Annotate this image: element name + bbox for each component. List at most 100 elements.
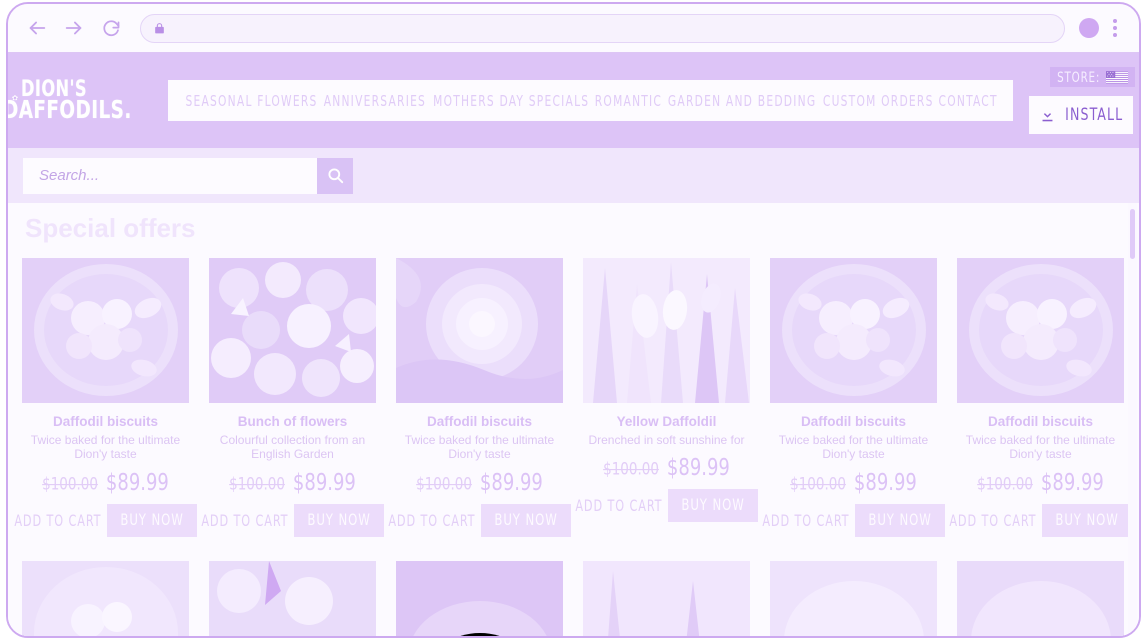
product-image-plate-of-daffodil-biscuits[interactable] — [22, 560, 189, 636]
buy-now-button[interactable]: BUY NOW — [668, 489, 758, 523]
nav-item-romantic[interactable]: ROMANTIC — [595, 91, 662, 109]
header-right-group: STORE: INSTALL — [1023, 53, 1139, 148]
store-selector[interactable]: STORE: — [1050, 67, 1136, 87]
buy-now-label: BUY NOW — [307, 511, 371, 530]
reload-icon[interactable] — [96, 13, 126, 43]
product-card[interactable] — [770, 560, 937, 636]
add-to-cart-button[interactable]: ADD TO CART — [201, 511, 288, 530]
product-image-bunch-of-flowers[interactable] — [209, 258, 376, 403]
search-submit-button[interactable] — [317, 157, 353, 194]
install-button-label: INSTALL — [1065, 105, 1124, 125]
product-card[interactable] — [209, 560, 376, 636]
us-flag-icon — [1106, 70, 1129, 84]
product-price-new: $89.99 — [479, 467, 543, 496]
product-image-yellow-daffodil-stems[interactable] — [583, 560, 750, 636]
product-price-new: $89.99 — [666, 453, 730, 481]
product-price-old: $100.00 — [603, 458, 659, 480]
price-row: $100.00 $89.99 — [977, 468, 1104, 496]
product-card[interactable] — [22, 560, 189, 636]
install-button[interactable]: INSTALL — [1029, 96, 1134, 134]
search-icon — [327, 168, 343, 184]
nav-item-anniversaries[interactable]: ANNIVERSARIES — [324, 91, 426, 109]
add-to-cart-button[interactable]: ADD TO CART — [388, 511, 475, 530]
nav-item-mothers-day-specials[interactable]: MOTHERS DAY SPECIALS — [433, 91, 589, 109]
product-grid: Daffodil biscuits Twice baked for the ul… — [14, 258, 1132, 537]
search-band — [8, 148, 1139, 203]
product-image-plate-of-daffodil-biscuits[interactable] — [22, 258, 189, 403]
buy-now-label: BUY NOW — [1055, 511, 1119, 530]
nav-item-contact[interactable]: CONTACT — [938, 91, 997, 109]
product-card[interactable] — [957, 560, 1124, 636]
product-actions: ADD TO CART BUY NOW — [201, 503, 384, 537]
nav-item-garden-and-bedding[interactable]: GARDEN AND BEDDING — [668, 91, 816, 109]
forward-arrow-icon[interactable] — [59, 13, 89, 43]
price-row: $100.00 $89.99 — [42, 468, 169, 496]
scrollbar-thumb[interactable] — [1130, 209, 1135, 259]
site-logo[interactable]: DION'S DAFFODILS. — [8, 53, 160, 148]
buy-now-label: BUY NOW — [868, 511, 932, 530]
product-card[interactable]: Daffodil biscuits Twice baked for the ul… — [388, 258, 571, 537]
product-price-old: $100.00 — [977, 473, 1033, 495]
buy-now-label: BUY NOW — [494, 511, 558, 530]
product-actions: ADD TO CART BUY NOW — [949, 503, 1132, 537]
price-row: $100.00 $89.99 — [416, 467, 543, 496]
search-input[interactable] — [23, 166, 317, 185]
product-card[interactable] — [396, 560, 563, 636]
three-dot-menu-icon[interactable] — [1105, 16, 1125, 40]
product-title: Daffodil biscuits — [52, 414, 158, 429]
nav-item-seasonal-flowers[interactable]: SEASONAL FLOWERS — [185, 91, 317, 109]
add-to-cart-button[interactable]: ADD TO CART — [949, 511, 1036, 530]
product-image-rose-closeup[interactable] — [396, 560, 563, 636]
product-image-bunch-of-flowers[interactable] — [209, 560, 376, 636]
product-card[interactable]: Daffodil biscuits Twice baked for the ul… — [14, 258, 197, 537]
page-scrollbar[interactable] — [1128, 203, 1137, 636]
buy-now-label: BUY NOW — [681, 496, 745, 515]
product-actions: ADD TO CART BUY NOW — [575, 489, 758, 523]
buy-now-label: BUY NOW — [120, 511, 184, 530]
nav-item-custom-orders[interactable]: CUSTOM ORDERS — [823, 91, 934, 109]
product-title: Yellow Daffoldil — [616, 414, 717, 429]
download-icon — [1042, 108, 1053, 121]
product-card[interactable]: Bunch of flowers Colourful collection fr… — [201, 258, 384, 537]
add-to-cart-button[interactable]: ADD TO CART — [762, 511, 849, 530]
browser-toolbar — [8, 4, 1139, 53]
add-to-cart-button[interactable]: ADD TO CART — [14, 511, 101, 530]
product-title: Daffodil biscuits — [426, 414, 532, 429]
product-title: Daffodil biscuits — [987, 414, 1093, 429]
product-actions: ADD TO CART BUY NOW — [762, 503, 945, 537]
product-image-plate-of-daffodil-biscuits[interactable] — [770, 258, 937, 403]
lock-icon — [153, 22, 166, 35]
product-price-old: $100.00 — [790, 473, 846, 495]
product-image-yellow-daffodil-stems[interactable] — [583, 258, 750, 403]
site-header: DION'S DAFFODILS. SEASONAL FLOWERS ANNIV… — [8, 53, 1139, 148]
add-to-cart-button[interactable]: ADD TO CART — [575, 496, 662, 515]
price-row: $100.00 $89.99 — [229, 467, 356, 496]
buy-now-button[interactable]: BUY NOW — [1042, 503, 1132, 537]
price-row: $100.00 $89.99 — [790, 468, 917, 496]
product-description: Colourful collection from an English Gar… — [219, 432, 366, 462]
product-description: Twice baked for the ultimate Dion'y tast… — [965, 432, 1116, 462]
buy-now-button[interactable]: BUY NOW — [855, 503, 945, 537]
main-navigation: SEASONAL FLOWERS ANNIVERSARIES MOTHERS D… — [168, 80, 1014, 121]
back-arrow-icon[interactable] — [22, 13, 52, 43]
address-bar[interactable] — [140, 13, 1065, 43]
site-logo-text: DION'S DAFFODILS. — [8, 78, 160, 122]
product-card[interactable]: Daffodil biscuits Twice baked for the ul… — [949, 258, 1132, 537]
buy-now-button[interactable]: BUY NOW — [294, 503, 384, 537]
profile-avatar-icon[interactable] — [1079, 18, 1099, 38]
product-card[interactable] — [583, 560, 750, 636]
product-image-plate-of-daffodil-biscuits[interactable] — [770, 560, 937, 636]
product-description: Twice baked for the ultimate Dion'y tast… — [778, 432, 929, 462]
product-card[interactable]: Yellow Daffoldil Drenched in soft sunshi… — [575, 258, 758, 537]
product-price-old: $100.00 — [42, 473, 98, 495]
product-description: Twice baked for the ultimate Dion'y tast… — [30, 432, 181, 462]
website-viewport: DION'S DAFFODILS. SEASONAL FLOWERS ANNIV… — [8, 53, 1139, 636]
product-image-plate-of-daffodil-biscuits[interactable] — [957, 258, 1124, 403]
product-price-new: $89.99 — [292, 467, 356, 496]
product-price-old: $100.00 — [416, 473, 472, 495]
product-image-plate-of-daffodil-biscuits[interactable] — [957, 560, 1124, 636]
buy-now-button[interactable]: BUY NOW — [481, 503, 571, 537]
product-image-rose-closeup[interactable] — [396, 258, 563, 403]
product-card[interactable]: Daffodil biscuits Twice baked for the ul… — [762, 258, 945, 537]
buy-now-button[interactable]: BUY NOW — [107, 503, 197, 537]
